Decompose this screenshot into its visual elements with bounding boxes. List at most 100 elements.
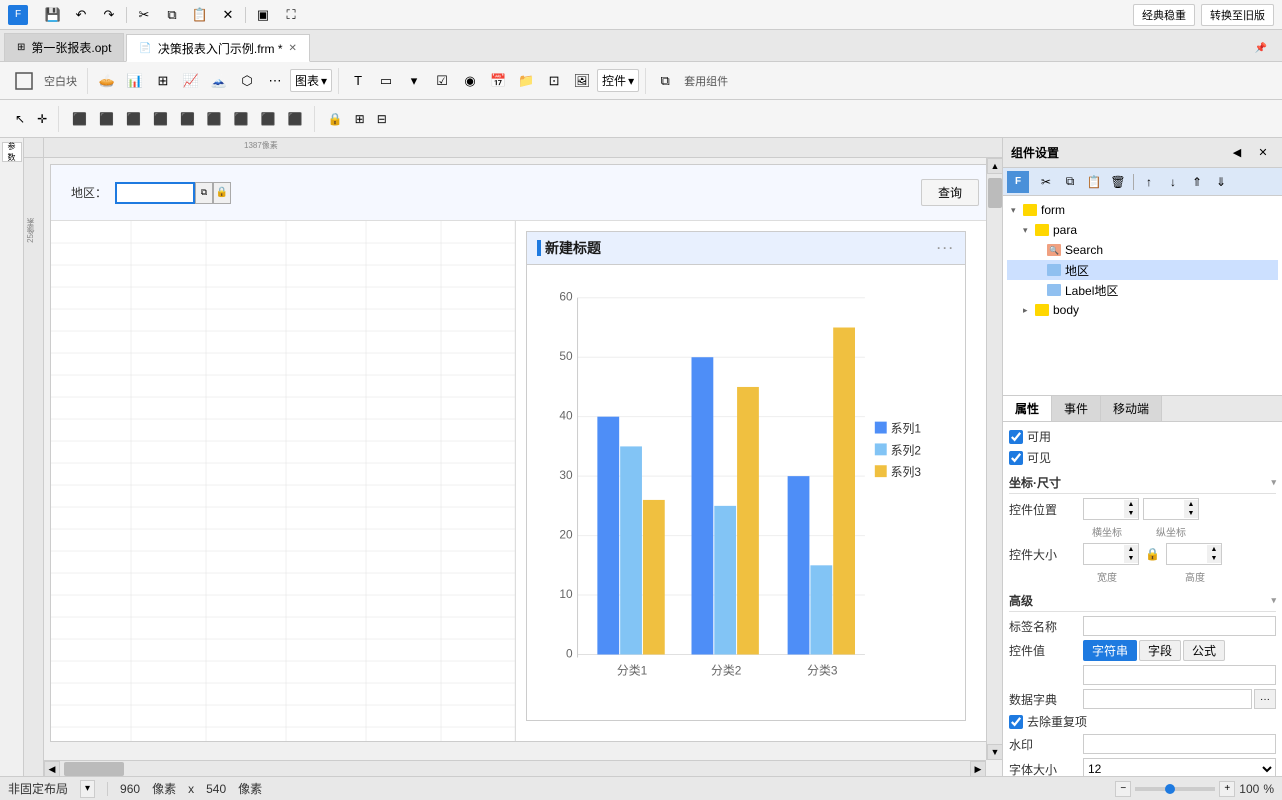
chart-pie-btn[interactable]: 🥧 — [94, 68, 120, 94]
area-input[interactable] — [115, 182, 195, 204]
tree-item-form[interactable]: ▾ form — [1007, 200, 1278, 220]
scroll-right-btn[interactable]: ▶ — [970, 761, 986, 776]
panel-close-btn[interactable]: ✕ — [1252, 142, 1274, 164]
ctrl-file-btn[interactable]: 📁 — [513, 68, 539, 94]
size-w-input[interactable]: 80 — [1084, 544, 1124, 564]
ctrl-check-btn[interactable]: ☑ — [429, 68, 455, 94]
vscrollbar[interactable]: ▲ ▼ — [986, 158, 1002, 760]
tree-item-area[interactable]: ▸ 地区 — [1007, 260, 1278, 280]
preview-button[interactable]: ▣ — [250, 2, 276, 28]
tab-mobile[interactable]: 移动端 — [1101, 396, 1162, 421]
move-btn[interactable]: ✛ — [32, 106, 52, 132]
scroll-thumb-h[interactable] — [64, 762, 124, 776]
query-button[interactable]: 查询 — [921, 179, 979, 206]
size-w-up[interactable]: ▲ — [1124, 545, 1138, 554]
zoom-in-btn[interactable]: + — [1219, 781, 1235, 797]
align-bottom-btn[interactable]: ⬛ — [202, 106, 227, 132]
tab-report1[interactable]: ⊞ 第一张报表.opt — [4, 33, 124, 61]
pos-y-input[interactable]: 25 — [1144, 499, 1184, 519]
fontsize-select[interactable]: 12 14 16 18 — [1083, 758, 1276, 776]
ungroup-btn[interactable]: ⊟ — [372, 106, 392, 132]
watermark-input[interactable] — [1083, 734, 1276, 754]
distribute-v-btn[interactable]: ⬛ — [256, 106, 281, 132]
blank-block-btn[interactable] — [10, 68, 38, 94]
chart-bar-btn[interactable]: 📊 — [122, 68, 148, 94]
scroll-left-btn[interactable]: ◀ — [44, 761, 60, 776]
ctrl-img-btn[interactable]: 🖼 — [569, 68, 595, 94]
checkbox-visible[interactable] — [1009, 451, 1023, 465]
tab-events[interactable]: 事件 — [1052, 396, 1101, 421]
copy-button[interactable]: ⧉ — [159, 2, 185, 28]
align-center-btn[interactable]: ⬛ — [94, 106, 119, 132]
tree-expand-para[interactable]: ▾ — [1023, 225, 1035, 236]
zoom-slider[interactable] — [1135, 787, 1215, 791]
value-type-field-btn[interactable]: 字段 — [1139, 640, 1181, 661]
tree-expand-form[interactable]: ▾ — [1011, 205, 1023, 216]
tab-properties[interactable]: 属性 — [1003, 396, 1052, 421]
tab-pin-button[interactable]: 📌 — [1248, 35, 1274, 61]
size-h-down[interactable]: ▼ — [1207, 554, 1221, 563]
save-button[interactable]: 💾 — [40, 2, 66, 28]
checkbox-enabled[interactable] — [1009, 430, 1023, 444]
size-w-down[interactable]: ▼ — [1124, 554, 1138, 563]
chart-area-btn[interactable]: 🗻 — [206, 68, 232, 94]
hscrollbar[interactable]: ◀ ▶ — [44, 760, 986, 776]
zoom-out-btn[interactable]: − — [1115, 781, 1131, 797]
tagname-input[interactable] — [1083, 616, 1276, 636]
input-combo-btn[interactable]: ⧉ — [195, 182, 213, 204]
same-size-btn[interactable]: ⬛ — [283, 106, 308, 132]
rp-cut-btn[interactable]: ✂ — [1035, 171, 1057, 193]
layout-dropdown-btn[interactable]: ▾ — [80, 780, 95, 798]
rp-move-up-btn[interactable]: ↑ — [1138, 171, 1160, 193]
rp-move-bottom-btn[interactable]: ⇓ — [1210, 171, 1232, 193]
tab-form1[interactable]: 📄 决策报表入门示例.frm * ✕ — [126, 34, 310, 62]
tree-item-label-area[interactable]: ▸ Label地区 — [1007, 280, 1278, 300]
value-type-formula-btn[interactable]: 公式 — [1183, 640, 1225, 661]
pos-x-input[interactable]: 387 — [1084, 499, 1124, 519]
align-middle-btn[interactable]: ⬛ — [175, 106, 200, 132]
rp-copy-btn[interactable]: ⧉ — [1059, 171, 1081, 193]
undo-button[interactable]: ↶ — [68, 2, 94, 28]
input-lock-btn[interactable]: 🔒 — [213, 182, 231, 204]
paste-button[interactable]: 📋 — [187, 2, 213, 28]
lock-size-icon[interactable]: 🔒 — [1143, 547, 1162, 561]
rp-move-top-btn[interactable]: ⇑ — [1186, 171, 1208, 193]
chart-table-btn[interactable]: ⊞ — [150, 68, 176, 94]
chart-dropdown[interactable]: 图表 ▾ — [290, 69, 332, 92]
rp-paste-btn[interactable]: 📋 — [1083, 171, 1105, 193]
scroll-down-btn[interactable]: ▼ — [987, 744, 1002, 760]
dict-input[interactable] — [1083, 689, 1252, 709]
checkbox-remove-dup[interactable] — [1009, 715, 1023, 729]
ctrl-input-btn[interactable]: ▭ — [373, 68, 399, 94]
ctrl-combo-btn[interactable]: ▾ — [401, 68, 427, 94]
group-btn[interactable]: ⊞ — [350, 106, 370, 132]
select-btn[interactable]: ↖ — [10, 106, 30, 132]
align-right-btn[interactable]: ⬛ — [121, 106, 146, 132]
tree-item-search[interactable]: ▸ 🔍 Search — [1007, 240, 1278, 260]
ctrl-radio-btn[interactable]: ◉ — [457, 68, 483, 94]
rp-delete-btn[interactable]: 🗑 — [1107, 171, 1129, 193]
canvas-scroll[interactable]: 地区： ⧉ 🔒 查询 — [44, 158, 1002, 776]
delete-button[interactable]: ✕ — [215, 2, 241, 28]
value-content-input[interactable]: 华东 — [1083, 665, 1276, 685]
chart-radar-btn[interactable]: ⬡ — [234, 68, 260, 94]
distribute-h-btn[interactable]: ⬛ — [229, 106, 254, 132]
chart-menu-btn[interactable]: ··· — [937, 241, 955, 255]
align-top-btn[interactable]: ⬛ — [148, 106, 173, 132]
scroll-up-btn[interactable]: ▲ — [987, 158, 1002, 174]
rp-move-down-btn[interactable]: ↓ — [1162, 171, 1184, 193]
lock-btn[interactable]: 🔒 — [323, 106, 348, 132]
section-position-arrow[interactable]: ▾ — [1271, 477, 1276, 488]
fullscreen-button[interactable]: ⛶ — [278, 2, 304, 28]
component-btn[interactable]: ⧉ — [652, 68, 678, 94]
pos-y-down[interactable]: ▼ — [1184, 509, 1198, 518]
dict-browse-btn[interactable]: ··· — [1254, 689, 1276, 709]
classic-btn[interactable]: 经典稳重 — [1133, 4, 1195, 26]
cut-button[interactable]: ✂ — [131, 2, 157, 28]
tree-item-body[interactable]: ▸ body — [1007, 300, 1278, 320]
panel-expand-btn[interactable]: ◀ — [1226, 142, 1248, 164]
chart-line-btn[interactable]: 📈 — [178, 68, 204, 94]
align-left-btn[interactable]: ⬛ — [67, 106, 92, 132]
sidebar-param-icon[interactable]: 参数 — [2, 142, 22, 162]
pos-x-up[interactable]: ▲ — [1124, 500, 1138, 509]
